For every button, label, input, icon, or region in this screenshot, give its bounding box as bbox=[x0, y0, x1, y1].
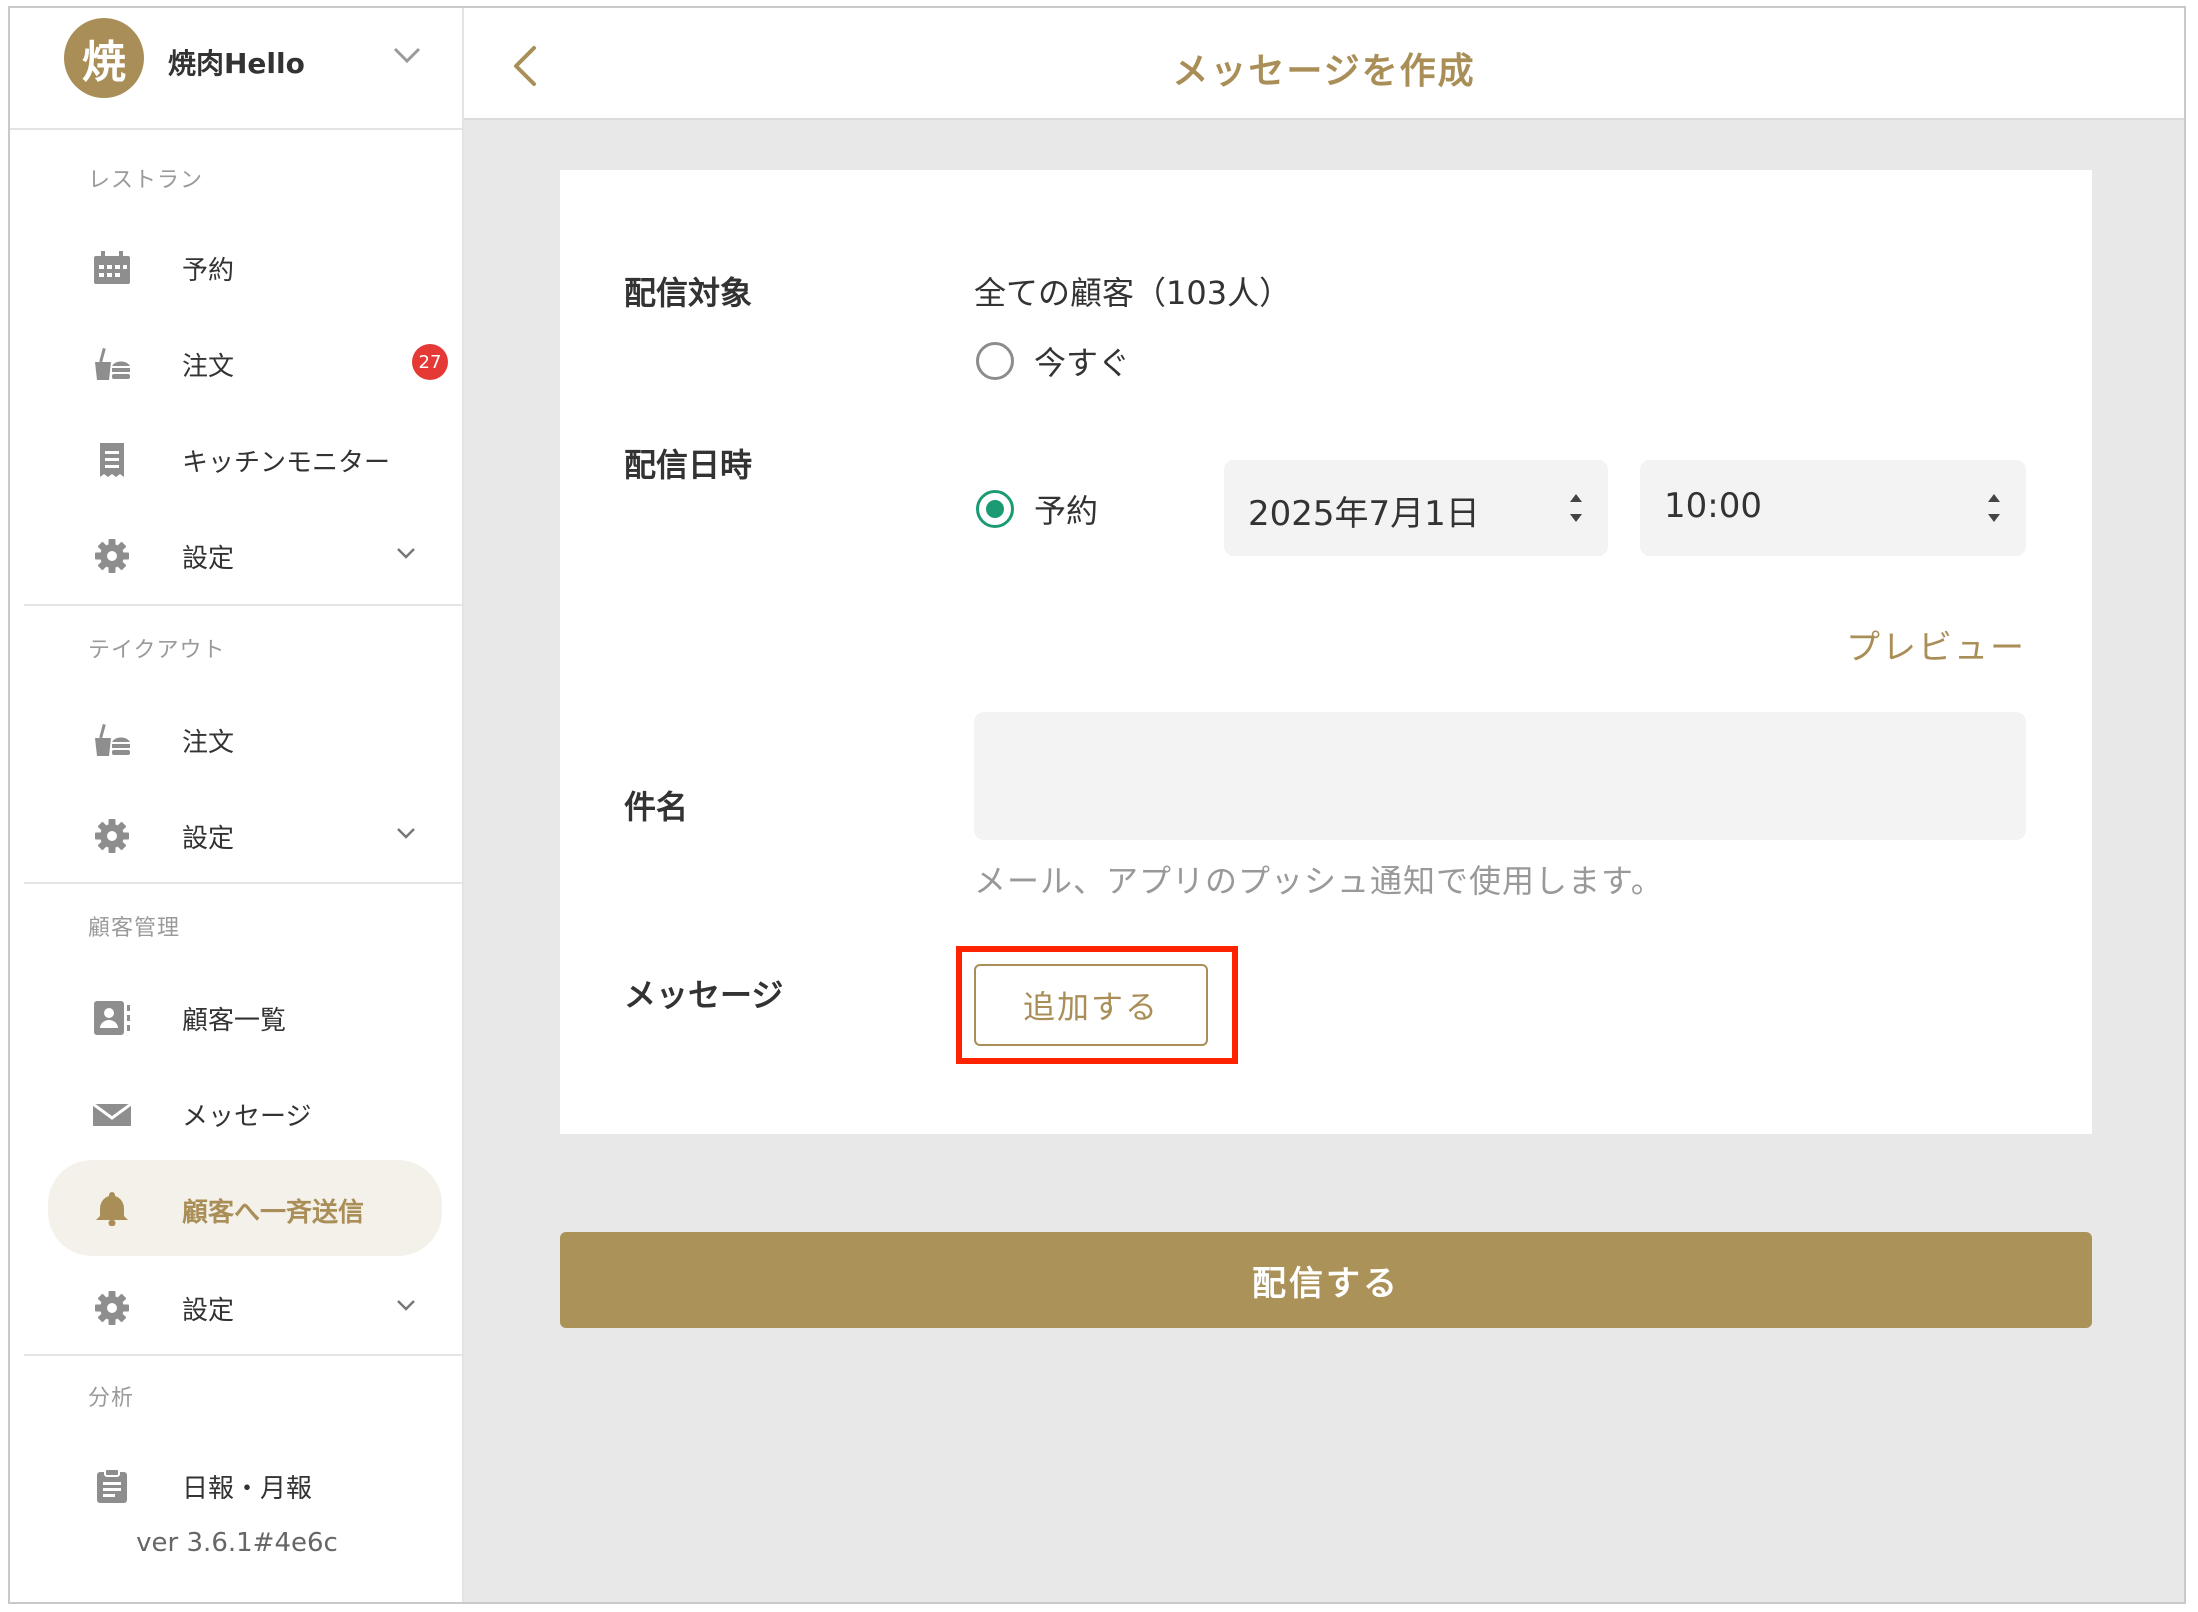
radio-schedule-label[interactable]: 予約 bbox=[1034, 486, 1098, 532]
main-content: 配信対象 全ての顧客（103人） 配信日時 今すぐ 予約 2025年7月1日 1… bbox=[464, 120, 2184, 1602]
target-label: 配信対象 bbox=[624, 274, 753, 312]
add-message-button[interactable]: 追加する bbox=[974, 964, 1208, 1046]
sidebar-item-restaurant-settings[interactable]: 設定 bbox=[48, 510, 442, 598]
sidebar-item-label: 予約 bbox=[182, 256, 235, 286]
sidebar-item-label: 注文 bbox=[182, 728, 235, 758]
gear-icon bbox=[95, 819, 129, 853]
sidebar-divider bbox=[24, 1354, 464, 1356]
gear-icon bbox=[95, 539, 129, 573]
sidebar-divider bbox=[24, 604, 464, 606]
time-select[interactable]: 10:00 bbox=[1640, 460, 2026, 556]
sidebar-item-label: 注文 bbox=[182, 352, 235, 382]
sidebar-item-takeout-settings[interactable]: 設定 bbox=[48, 790, 442, 878]
sidebar-item-orders[interactable]: 注文 27 bbox=[48, 318, 448, 406]
chevron-down-icon[interactable] bbox=[392, 46, 422, 64]
section-title-takeout: テイクアウト bbox=[88, 638, 226, 663]
sidebar-item-kitchen-monitor[interactable]: キッチンモニター bbox=[48, 414, 442, 502]
datetime-label: 配信日時 bbox=[624, 446, 753, 484]
sidebar-item-customer-settings[interactable]: 設定 bbox=[48, 1262, 442, 1350]
radio-now[interactable] bbox=[976, 342, 1014, 380]
date-select[interactable]: 2025年7月1日 bbox=[1224, 460, 1608, 556]
sidebar-item-customer-list[interactable]: 顧客一覧 bbox=[48, 972, 442, 1060]
radio-now-label[interactable]: 今すぐ bbox=[1034, 338, 1130, 384]
message-label: メッセージ bbox=[624, 976, 784, 1014]
time-value: 10:00 bbox=[1664, 486, 1762, 526]
orders-count-badge: 27 bbox=[412, 344, 448, 380]
sidebar-item-label: 設定 bbox=[182, 824, 235, 854]
radio-schedule[interactable] bbox=[976, 490, 1014, 528]
section-title-customers: 顧客管理 bbox=[88, 916, 181, 941]
sidebar-item-reserve[interactable]: 予約 bbox=[48, 222, 442, 310]
shop-avatar: 焼 bbox=[64, 18, 144, 98]
app-version: ver 3.6.1#4e6c bbox=[136, 1528, 338, 1558]
shop-name: 焼肉Hello bbox=[168, 47, 305, 80]
select-arrows-icon bbox=[1988, 494, 2000, 522]
clipboard-icon bbox=[97, 1468, 127, 1503]
chevron-down-icon bbox=[397, 828, 415, 839]
target-value: 全ての顧客（103人） bbox=[974, 274, 1292, 312]
send-button[interactable]: 配信する bbox=[560, 1232, 2092, 1328]
envelope-icon bbox=[92, 1102, 132, 1126]
preview-link[interactable]: プレビュー bbox=[1846, 620, 2026, 669]
sidebar-divider bbox=[24, 882, 464, 884]
subject-hint: メール、アプリのプッシュ通知で使用します。 bbox=[974, 862, 1664, 900]
sidebar-item-label: 設定 bbox=[182, 1296, 235, 1326]
top-bar: メッセージを作成 bbox=[464, 8, 2184, 120]
message-form-card: 配信対象 全ての顧客（103人） 配信日時 今すぐ 予約 2025年7月1日 1… bbox=[560, 170, 2092, 1134]
sidebar-item-broadcast[interactable]: 顧客へ一斉送信 bbox=[48, 1160, 442, 1256]
shop-switcher[interactable]: 焼 焼肉Hello bbox=[10, 8, 462, 130]
food-order-icon bbox=[95, 723, 130, 756]
sidebar-item-label: 顧客へ一斉送信 bbox=[182, 1198, 365, 1228]
date-value: 2025年7月1日 bbox=[1248, 494, 1480, 534]
subject-label: 件名 bbox=[624, 788, 689, 826]
calendar-icon bbox=[94, 251, 130, 284]
sidebar-item-label: 設定 bbox=[182, 544, 235, 574]
bell-icon bbox=[96, 1192, 128, 1226]
sidebar-item-label: キッチンモニター bbox=[182, 448, 391, 478]
food-order-icon bbox=[95, 347, 130, 380]
sidebar-item-takeout-orders[interactable]: 注文 bbox=[48, 694, 442, 782]
app-window: 焼 焼肉Hello レストラン 予約 注文 27 キッチンモニター 設定 テイク… bbox=[8, 6, 2186, 1604]
chevron-down-icon bbox=[397, 1300, 415, 1311]
section-title-restaurant: レストラン bbox=[88, 168, 204, 193]
gear-icon bbox=[95, 1291, 129, 1325]
chevron-down-icon bbox=[397, 548, 415, 559]
sidebar-item-label: 日報・月報 bbox=[182, 1474, 313, 1504]
contact-card-icon bbox=[94, 1001, 130, 1035]
page-title: メッセージを作成 bbox=[1172, 51, 1476, 92]
sidebar-item-label: メッセージ bbox=[182, 1102, 312, 1132]
sidebar-item-label: 顧客一覧 bbox=[182, 1006, 287, 1036]
sidebar: 焼 焼肉Hello レストラン 予約 注文 27 キッチンモニター 設定 テイク… bbox=[10, 8, 464, 1602]
subject-input[interactable] bbox=[974, 712, 2026, 840]
select-arrows-icon bbox=[1570, 494, 1582, 522]
section-title-analytics: 分析 bbox=[88, 1386, 135, 1411]
receipt-icon bbox=[100, 443, 124, 477]
sidebar-item-messages[interactable]: メッセージ bbox=[48, 1068, 442, 1156]
sidebar-item-reports[interactable]: 日報・月報 bbox=[48, 1440, 442, 1528]
